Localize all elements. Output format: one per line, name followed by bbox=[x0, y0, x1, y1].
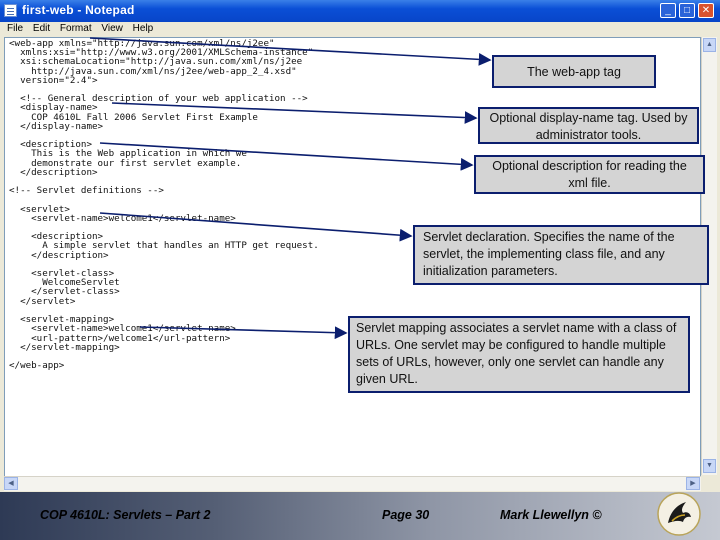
arrow-description bbox=[99, 142, 474, 171]
footer-author: Mark Llewellyn © bbox=[500, 508, 602, 522]
footer-course: COP 4610L: Servlets – Part 2 bbox=[40, 508, 211, 522]
footer-page: Page 30 bbox=[382, 508, 430, 522]
callout-servlet-declaration: Servlet declaration. Specifies the name … bbox=[413, 225, 709, 285]
arrow-mapping bbox=[139, 326, 348, 340]
arrow-display-name bbox=[111, 102, 478, 124]
arrow-servlet bbox=[99, 212, 413, 242]
arrow-web-app bbox=[89, 37, 492, 66]
callout-display-name: Optional display-name tag. Used by admin… bbox=[478, 107, 699, 144]
callout-description: Optional description for reading the xml… bbox=[474, 155, 705, 194]
callout-web-app-tag: The web-app tag bbox=[492, 55, 656, 88]
callout-servlet-mapping: Servlet mapping associates a servlet nam… bbox=[348, 316, 690, 393]
ucf-pegasus-logo bbox=[657, 492, 701, 536]
